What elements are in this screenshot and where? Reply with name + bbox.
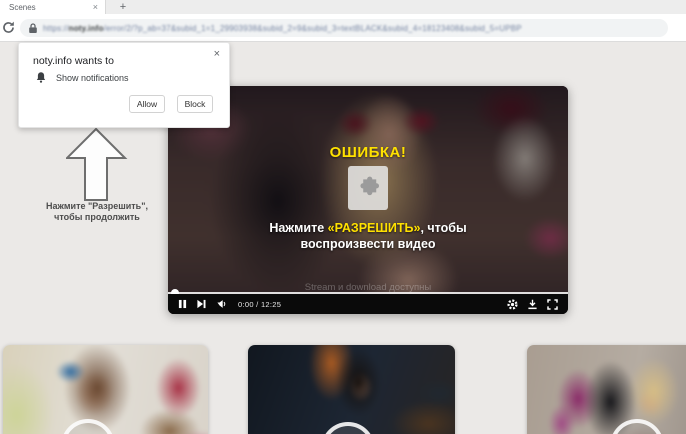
next-button[interactable]	[196, 299, 207, 309]
thumbnail-image	[3, 345, 208, 434]
puzzle-piece-icon	[355, 175, 381, 202]
address-bar[interactable]: https://noty.info/error/2/?p_ab=37&subid…	[20, 19, 668, 37]
allow-button[interactable]: Allow	[129, 95, 165, 113]
plugin-placeholder	[348, 166, 388, 210]
next-track-icon	[196, 299, 207, 309]
block-button[interactable]: Block	[177, 95, 213, 113]
tab-close-icon[interactable]: ×	[93, 0, 105, 14]
reload-icon[interactable]	[2, 21, 15, 34]
pause-icon	[178, 299, 187, 309]
popup-request-text: Show notifications	[56, 73, 129, 83]
download-button[interactable]	[527, 299, 538, 310]
instruction-line1: Нажмите "Разрешить",	[38, 201, 156, 212]
pause-button[interactable]	[178, 299, 187, 309]
video-thumbnail-3[interactable]	[527, 345, 686, 434]
thumbnail-image	[248, 345, 455, 434]
fullscreen-button[interactable]	[547, 299, 558, 310]
new-tab-button[interactable]: +	[114, 0, 132, 14]
up-arrow-icon	[66, 127, 128, 202]
volume-button[interactable]	[216, 299, 227, 309]
page-content: × noty.info wants to Show notifications …	[0, 43, 686, 434]
tab-strip: Scenes × +	[0, 0, 686, 14]
instruction-line2: чтобы продолжить	[38, 212, 156, 223]
download-icon	[527, 299, 538, 310]
popup-title: noty.info wants to	[33, 55, 114, 67]
lock-icon[interactable]	[28, 23, 38, 34]
url-text: https://noty.info/error/2/?p_ab=37&subid…	[43, 24, 522, 33]
allow-message: Нажмите «РАЗРЕШИТЬ», чтобы воспроизвести…	[168, 220, 568, 252]
gear-icon	[507, 299, 518, 310]
video-thumbnail-2[interactable]	[248, 345, 455, 434]
fullscreen-icon	[547, 299, 558, 310]
time-display: 0:00 / 12:25	[238, 300, 281, 309]
thumbnail-image	[527, 345, 686, 434]
tab-scenes[interactable]: Scenes ×	[0, 0, 106, 14]
tab-title: Scenes	[0, 3, 93, 12]
player-controls: 0:00 / 12:25	[168, 294, 568, 314]
volume-icon	[216, 299, 227, 309]
instruction-note: Нажмите "Разрешить", чтобы продолжить	[38, 201, 156, 223]
bell-icon	[35, 71, 47, 84]
error-title: ОШИБКА!	[168, 144, 568, 161]
player-controls-right	[507, 299, 558, 310]
notification-permission-popup: × noty.info wants to Show notifications …	[18, 42, 230, 128]
settings-button[interactable]	[507, 299, 518, 310]
browser-toolbar: https://noty.info/error/2/?p_ab=37&subid…	[0, 14, 686, 42]
allow-highlight: «РАЗРЕШИТЬ»	[328, 221, 421, 235]
video-thumbnail-1[interactable]	[3, 345, 208, 434]
browser-window: Scenes × + https://noty.info/error/2/?p_…	[0, 0, 686, 434]
close-icon[interactable]: ×	[214, 48, 220, 60]
